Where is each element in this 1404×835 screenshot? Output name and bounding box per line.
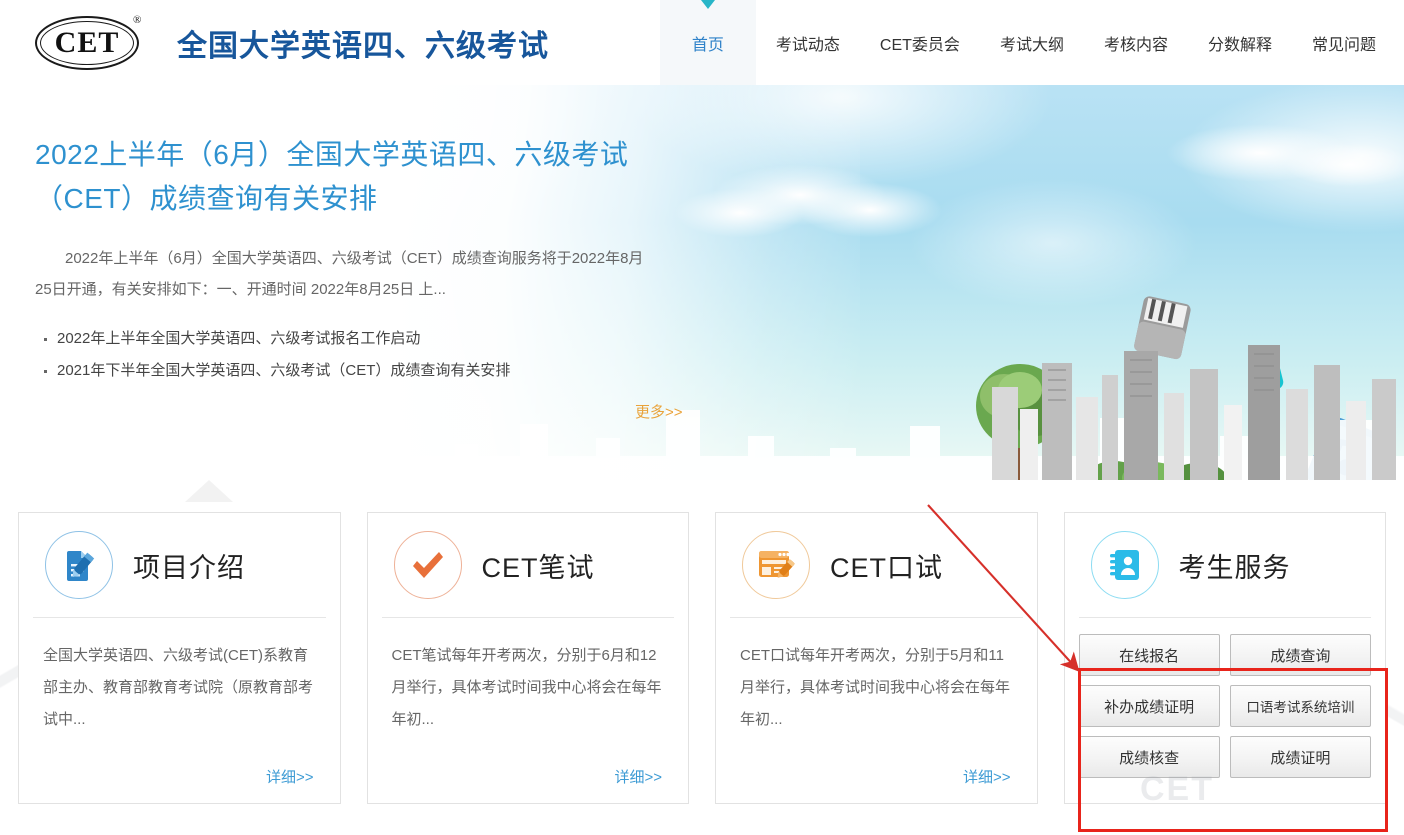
list-item[interactable]: 2022年上半年全国大学英语四、六级考试报名工作启动	[35, 323, 720, 355]
card-title: 考生服务	[1178, 552, 1291, 583]
nav-item-faq[interactable]: 常见问题	[1292, 0, 1404, 85]
card-detail-link[interactable]: 详细>>	[614, 766, 662, 787]
card-detail-link[interactable]: 详细>>	[266, 766, 314, 787]
service-button-oral-system-training[interactable]: 口语考试系统培训	[1229, 685, 1371, 727]
card-title: CET口试	[830, 552, 943, 583]
nav-item-label: 常见问题	[1311, 36, 1376, 54]
cet-logo-icon[interactable]: CET ®	[35, 14, 153, 72]
card-description: CET笔试每年开考两次，分别于6月和12月举行，具体考试时间我中心将会在每年年初…	[391, 647, 662, 728]
nav-item-score-explanation[interactable]: 分数解释	[1188, 0, 1292, 85]
brand[interactable]: CET ® 全国大学英语四、六级考试	[0, 14, 549, 72]
nav-item-label: 分数解释	[1207, 36, 1272, 54]
card-body: CET口试每年开考两次，分别于5月和11月举行，具体考试时间我中心将会在每年年初…	[716, 618, 1037, 736]
service-button-reissue-certificate[interactable]: 补办成绩证明	[1078, 685, 1220, 727]
hero-more-link[interactable]: 更多>>	[635, 401, 683, 422]
card-header: 考生服务	[1065, 513, 1386, 617]
card-header: 项目介绍	[19, 513, 340, 617]
feature-cards-section: 项目介绍 全国大学英语四、六级考试(CET)系教育部主办、教育部教育考试院（原教…	[0, 480, 1404, 835]
card-header: CET笔试	[368, 513, 689, 617]
card-header: CET口试	[716, 513, 1037, 617]
city-towers-foreground	[992, 345, 1396, 480]
site-header: CET ® 全国大学英语四、六级考试 首页 考试动态 CET委员会 考试大纲 考…	[0, 0, 1404, 85]
checkmark-icon	[393, 531, 462, 599]
card-project-intro[interactable]: 项目介绍 全国大学英语四、六级考试(CET)系教育部主办、教育部教育考试院（原教…	[18, 512, 341, 804]
logo-text: CET	[54, 25, 120, 59]
nav-item-home[interactable]: 首页	[659, 0, 756, 85]
nav-item-label: 考试动态	[775, 36, 840, 54]
contact-book-icon	[1090, 531, 1159, 599]
card-title: CET笔试	[481, 552, 595, 583]
card-title: 项目介绍	[133, 552, 245, 583]
hero-summary: 2022年上半年（6月）全国大学英语四、六级考试（CET）成绩查询服务将于202…	[35, 250, 644, 298]
nav-item-label: 首页	[691, 36, 724, 54]
service-button-grid: 在线报名 成绩查询 补办成绩证明 口语考试系统培训 成绩核查 成绩证明	[1065, 618, 1386, 778]
document-pencil-icon	[45, 531, 113, 599]
hero-news-list: 2022年上半年全国大学英语四、六级考试报名工作启动 2021年下半年全国大学英…	[35, 323, 720, 387]
card-body: CET笔试每年开考两次，分别于6月和12月举行，具体考试时间我中心将会在每年年初…	[368, 618, 689, 736]
feature-cards: 项目介绍 全国大学英语四、六级考试(CET)系教育部主办、教育部教育考试院（原教…	[18, 480, 1386, 804]
nav-item-assessment-content[interactable]: 考核内容	[1084, 0, 1188, 85]
form-pencil-icon	[742, 531, 810, 599]
list-item[interactable]: 2021年下半年全国大学英语四、六级考试（CET）成绩查询有关安排	[35, 355, 720, 387]
active-marker-icon	[700, 0, 715, 9]
card-cet-oral[interactable]: CET口试 CET口试每年开考两次，分别于5月和11月举行，具体考试时间我中心将…	[715, 512, 1038, 804]
divider-notch-icon	[185, 480, 233, 502]
card-body: 全国大学英语四、六级考试(CET)系教育部主办、教育部教育考试院（原教育部考试中…	[19, 618, 340, 736]
card-candidate-services[interactable]: 考生服务 在线报名 成绩查询 补办成绩证明 口语考试系统培训 成绩核查 成绩证明	[1063, 512, 1386, 804]
service-button-score-certificate[interactable]: 成绩证明	[1229, 736, 1371, 778]
nav-item-exam-syllabus[interactable]: 考试大纲	[980, 0, 1084, 85]
nav-item-exam-news[interactable]: 考试动态	[756, 0, 860, 85]
service-button-score-query[interactable]: 成绩查询	[1229, 634, 1371, 676]
hero-banner: 2022上半年（6月）全国大学英语四、六级考试（CET）成绩查询有关安排 202…	[0, 85, 1404, 480]
card-description: 全国大学英语四、六级考试(CET)系教育部主办、教育部教育考试院（原教育部考试中…	[43, 647, 314, 728]
service-button-online-registration[interactable]: 在线报名	[1078, 634, 1220, 676]
nav-item-label: 考核内容	[1103, 36, 1168, 54]
nav-item-label: 考试大纲	[999, 36, 1064, 54]
hero-content: 2022上半年（6月）全国大学英语四、六级考试（CET）成绩查询有关安排 202…	[0, 85, 720, 480]
registered-mark-icon: ®	[133, 13, 142, 26]
card-description: CET口试每年开考两次，分别于5月和11月举行，具体考试时间我中心将会在每年年初…	[740, 647, 1011, 728]
nav-item-label: CET委员会	[879, 36, 960, 54]
card-detail-link[interactable]: 详细>>	[963, 766, 1011, 787]
brand-title: 全国大学英语四、六级考试	[177, 29, 549, 63]
card-cet-written[interactable]: CET笔试 CET笔试每年开考两次，分别于6月和12月举行，具体考试时间我中心将…	[366, 512, 689, 804]
hero-headline[interactable]: 2022上半年（6月）全国大学英语四、六级考试（CET）成绩查询有关安排	[35, 133, 675, 221]
service-button-score-verification[interactable]: 成绩核查	[1078, 736, 1220, 778]
main-navigation: 首页 考试动态 CET委员会 考试大纲 考核内容 分数解释 常见问题	[659, 0, 1404, 85]
nav-item-cet-committee[interactable]: CET委员会	[860, 0, 980, 85]
